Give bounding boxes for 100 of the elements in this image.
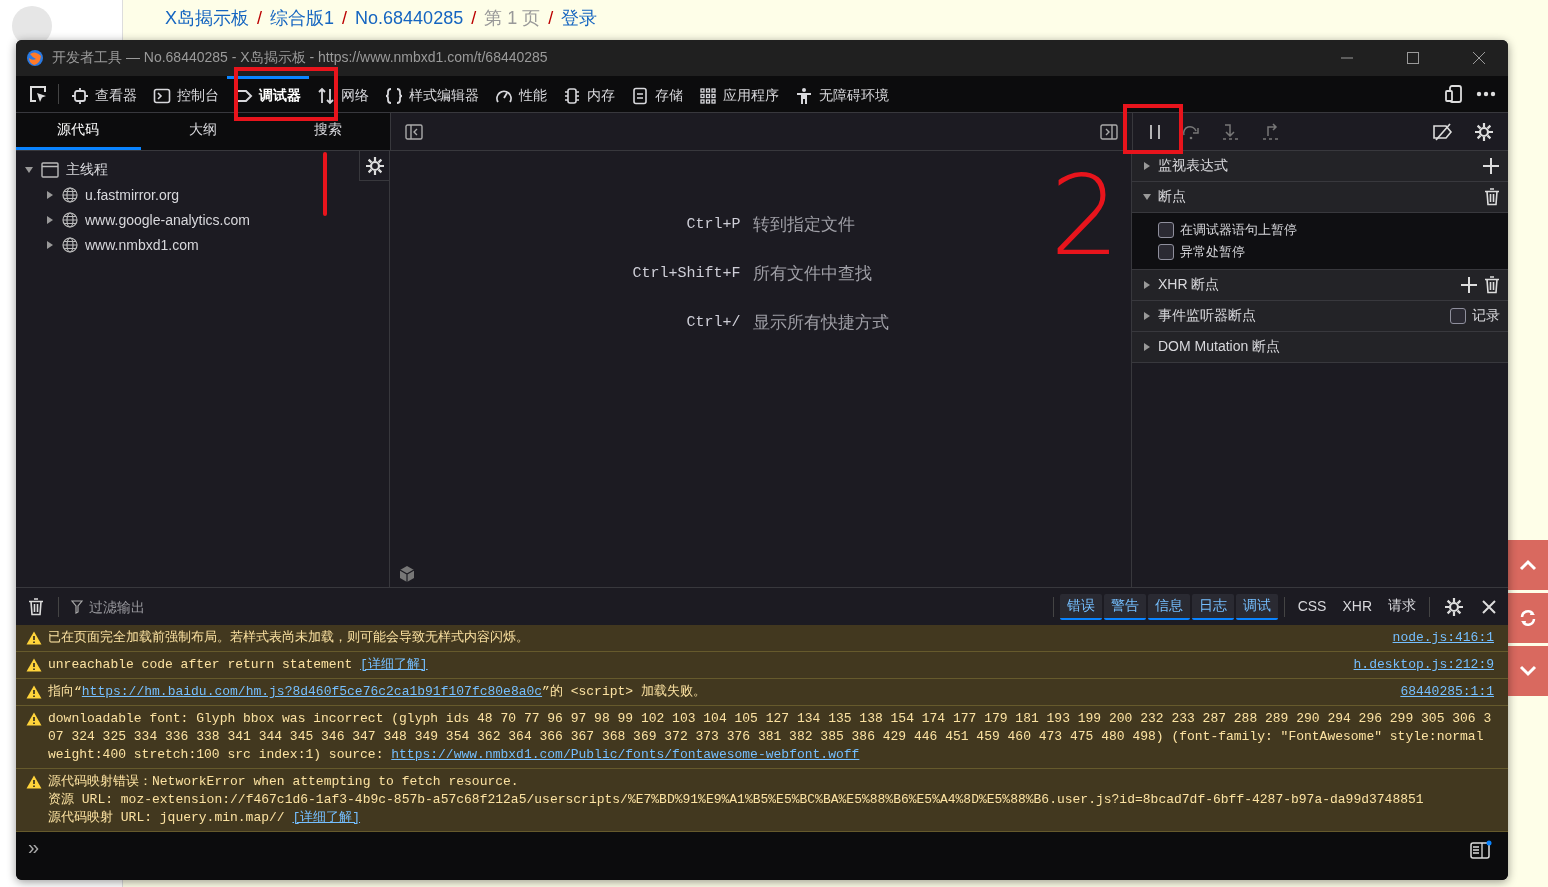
- shortcut-label: 转到指定文件: [752, 214, 856, 236]
- panel-tab[interactable]: 大纲: [140, 113, 266, 150]
- devtools-tab[interactable]: 内存: [555, 76, 623, 112]
- message-text: 源代码映射 URL: jquery.min.map// [详细了解]: [48, 809, 362, 827]
- panel-title: 监视表达式: [1158, 157, 1228, 175]
- checkbox[interactable]: [1158, 244, 1174, 260]
- tree-item[interactable]: u.fastmirror.org: [16, 182, 180, 207]
- settings-icon: [364, 155, 385, 176]
- add-icon[interactable]: [1482, 157, 1500, 175]
- trash-icon[interactable]: [1484, 188, 1500, 206]
- message-text: downloadable font: Glyph bbox was incorrect (glyph ids 48 70 77 96 97 98 99 102 103 104 105 127 134 135 138 154 174 177 179 181 193 199 200 232 233 287 288 289 290 294 296 299 305 306 307 324 325 334 336 338 341 344 345 346 347 348 349 354 362 364 366 367 368 369 372 373 376 381 382 385 386 429 446 451 459 460 473 475 480 498) (font-family: "FontAwesome" style:normal weight:400 stretch:100 src index:1) source: https://www.nmbxd1.com/Public/fonts/fontawesome-webfont.woff: [48, 710, 1493, 764]
- devtools-tab[interactable]: 样式编辑器: [377, 76, 487, 112]
- warning-icon: [26, 775, 42, 789]
- breadcrumb-text: 第 1 页: [484, 7, 541, 30]
- tree-label: www.google-analytics.com: [85, 211, 250, 228]
- panel-tab[interactable]: 搜索: [265, 113, 390, 150]
- panel-header[interactable]: DOM Mutation 断点: [1132, 332, 1508, 363]
- devtools-tab[interactable]: 存储: [623, 76, 691, 112]
- devtools-tab[interactable]: 查看器: [63, 76, 145, 112]
- globe-icon: [62, 236, 78, 253]
- source-link[interactable]: node.js:416:1: [1392, 629, 1494, 647]
- panel-title: 断点: [1158, 188, 1186, 206]
- chevron-up-icon: [1519, 559, 1537, 571]
- message-text: 资源 URL: moz-extension://f467c1d6-1af3-4b9c-857b-a57c68f212a5/userscripts/%E7%BD%91%E9%A1%B5%E5%BC%BA%E5%88%B6%E5%A4%8D%E5%88%B6.user.js?id=8bcad7df-6bff-4287-b97a-da99d3748851: [48, 791, 1425, 809]
- message-text: 源代码映射错误：NetworkError when attempting to fetch resource.: [48, 773, 520, 791]
- cube-icon: [398, 565, 416, 583]
- filter-field[interactable]: 过滤输出: [87, 597, 391, 616]
- message-link[interactable]: [详细了解]: [292, 810, 361, 825]
- devtools-tab[interactable]: 性能: [487, 76, 555, 112]
- browser-logo-icon: [26, 49, 44, 67]
- filter-toggle[interactable]: XHR: [1335, 594, 1379, 619]
- panel-header[interactable]: 断点: [1132, 182, 1508, 213]
- filter-toggle[interactable]: 调试: [1235, 593, 1278, 620]
- maximize-icon[interactable]: [1407, 52, 1419, 64]
- settings-button[interactable]: [359, 151, 389, 181]
- panel-title: 事件监听器断点: [1158, 307, 1256, 325]
- close-icon[interactable]: [1472, 51, 1486, 65]
- checkbox-label: 在调试器语句上暂停: [1180, 221, 1297, 239]
- window-icon: [41, 161, 59, 178]
- braces-icon: [385, 86, 403, 105]
- breadcrumb-separator: /: [257, 7, 263, 29]
- tree-item[interactable]: 主线程: [16, 157, 108, 182]
- message-link[interactable]: https://www.nmbxd1.com/Public/fonts/fontawesome-webfont.woff: [391, 747, 860, 762]
- devtools-tab[interactable]: 无障碍环境: [787, 76, 897, 112]
- message-link[interactable]: [详细了解]: [360, 657, 428, 672]
- message-text: 已在页面完全加载前强制布局。若样式表尚未加载，则可能会导致无样式内容闪烁。: [48, 629, 530, 647]
- annotation-stroke: [323, 152, 327, 216]
- panel-header[interactable]: XHR 断点: [1132, 270, 1508, 301]
- tree-label: u.fastmirror.org: [85, 186, 180, 203]
- add-icon[interactable]: [1460, 276, 1478, 294]
- panel-header[interactable]: 事件监听器断点 记录: [1132, 301, 1508, 332]
- message-text: unreachable code after return statement [详细了解]: [48, 656, 429, 674]
- warning-icon: [26, 685, 42, 699]
- breadcrumb-link[interactable]: X岛揭示板: [165, 6, 249, 30]
- breadcrumb-link[interactable]: 综合版1: [270, 6, 335, 30]
- tree-label: 主线程: [66, 160, 108, 179]
- scroll-up-button[interactable]: [1508, 540, 1548, 590]
- tree-item[interactable]: www.nmbxd1.com: [16, 232, 199, 257]
- tree-item[interactable]: www.google-analytics.com: [16, 207, 250, 232]
- trash-icon[interactable]: [1484, 276, 1500, 294]
- breadcrumb-separator: /: [471, 7, 477, 29]
- panel-header[interactable]: 监视表达式: [1132, 151, 1508, 182]
- source-link[interactable]: h.desktop.js:212:9: [1353, 656, 1494, 674]
- breadcrumb-separator: /: [548, 7, 554, 29]
- grid-icon: [699, 86, 717, 105]
- filter-toggle[interactable]: CSS: [1290, 594, 1334, 619]
- console-prompt: »: [28, 836, 40, 858]
- source-link[interactable]: 68440285:1:1: [1400, 683, 1494, 701]
- refresh-button[interactable]: [1508, 593, 1548, 643]
- filter-toggle[interactable]: 警告: [1103, 593, 1146, 620]
- message-text: 指向“https://hm.baidu.com/hm.js?8d460f5ce76c2ca1b91f107fc80e8a0c”的 <script> 加载失败。: [48, 683, 707, 701]
- filter-toggle[interactable]: 信息: [1147, 593, 1190, 620]
- panel-title: DOM Mutation 断点: [1158, 338, 1281, 356]
- breadcrumb-link[interactable]: 登录: [561, 6, 598, 30]
- devtools-tab[interactable]: 网络: [309, 76, 377, 112]
- person-icon: [795, 86, 813, 105]
- checkbox[interactable]: [1158, 222, 1174, 238]
- globe-icon: [62, 211, 78, 228]
- filter-toggle[interactable]: 请求: [1381, 593, 1423, 620]
- panel-tab[interactable]: 源代码: [16, 113, 141, 150]
- checkbox-label: 异常处暂停: [1180, 243, 1245, 261]
- panel-title: XHR 断点: [1158, 276, 1220, 294]
- devtools-tab[interactable]: 控制台: [145, 76, 227, 112]
- devtools-tab[interactable]: 应用程序: [691, 76, 787, 112]
- terminal-icon: [153, 86, 171, 105]
- scroll-down-button[interactable]: [1508, 646, 1548, 696]
- box-icon: [71, 86, 89, 105]
- breadcrumb-link[interactable]: No.68440285: [355, 7, 464, 29]
- shortcut-label: 显示所有快捷方式: [752, 312, 889, 334]
- arrows-icon: [317, 86, 335, 105]
- filter-toggle[interactable]: 日志: [1191, 593, 1234, 620]
- shortcut-keys: Ctrl+P: [686, 216, 741, 233]
- chip-icon: [563, 86, 581, 105]
- checkbox[interactable]: [1450, 308, 1466, 324]
- message-link[interactable]: https://hm.baidu.com/hm.js?8d460f5ce76c2ca1b91f107fc80e8a0c: [81, 684, 543, 699]
- annotation-number: 2: [1050, 161, 1120, 271]
- chevron-down-icon: [1519, 665, 1537, 677]
- window-title: 开发者工具 — No.68440285 - X岛揭示板 - https://www.nmbxd1.com/t/68440285: [52, 49, 548, 67]
- filter-toggle[interactable]: 错误: [1059, 593, 1102, 620]
- shortcut-keys: Ctrl+/: [686, 314, 741, 331]
